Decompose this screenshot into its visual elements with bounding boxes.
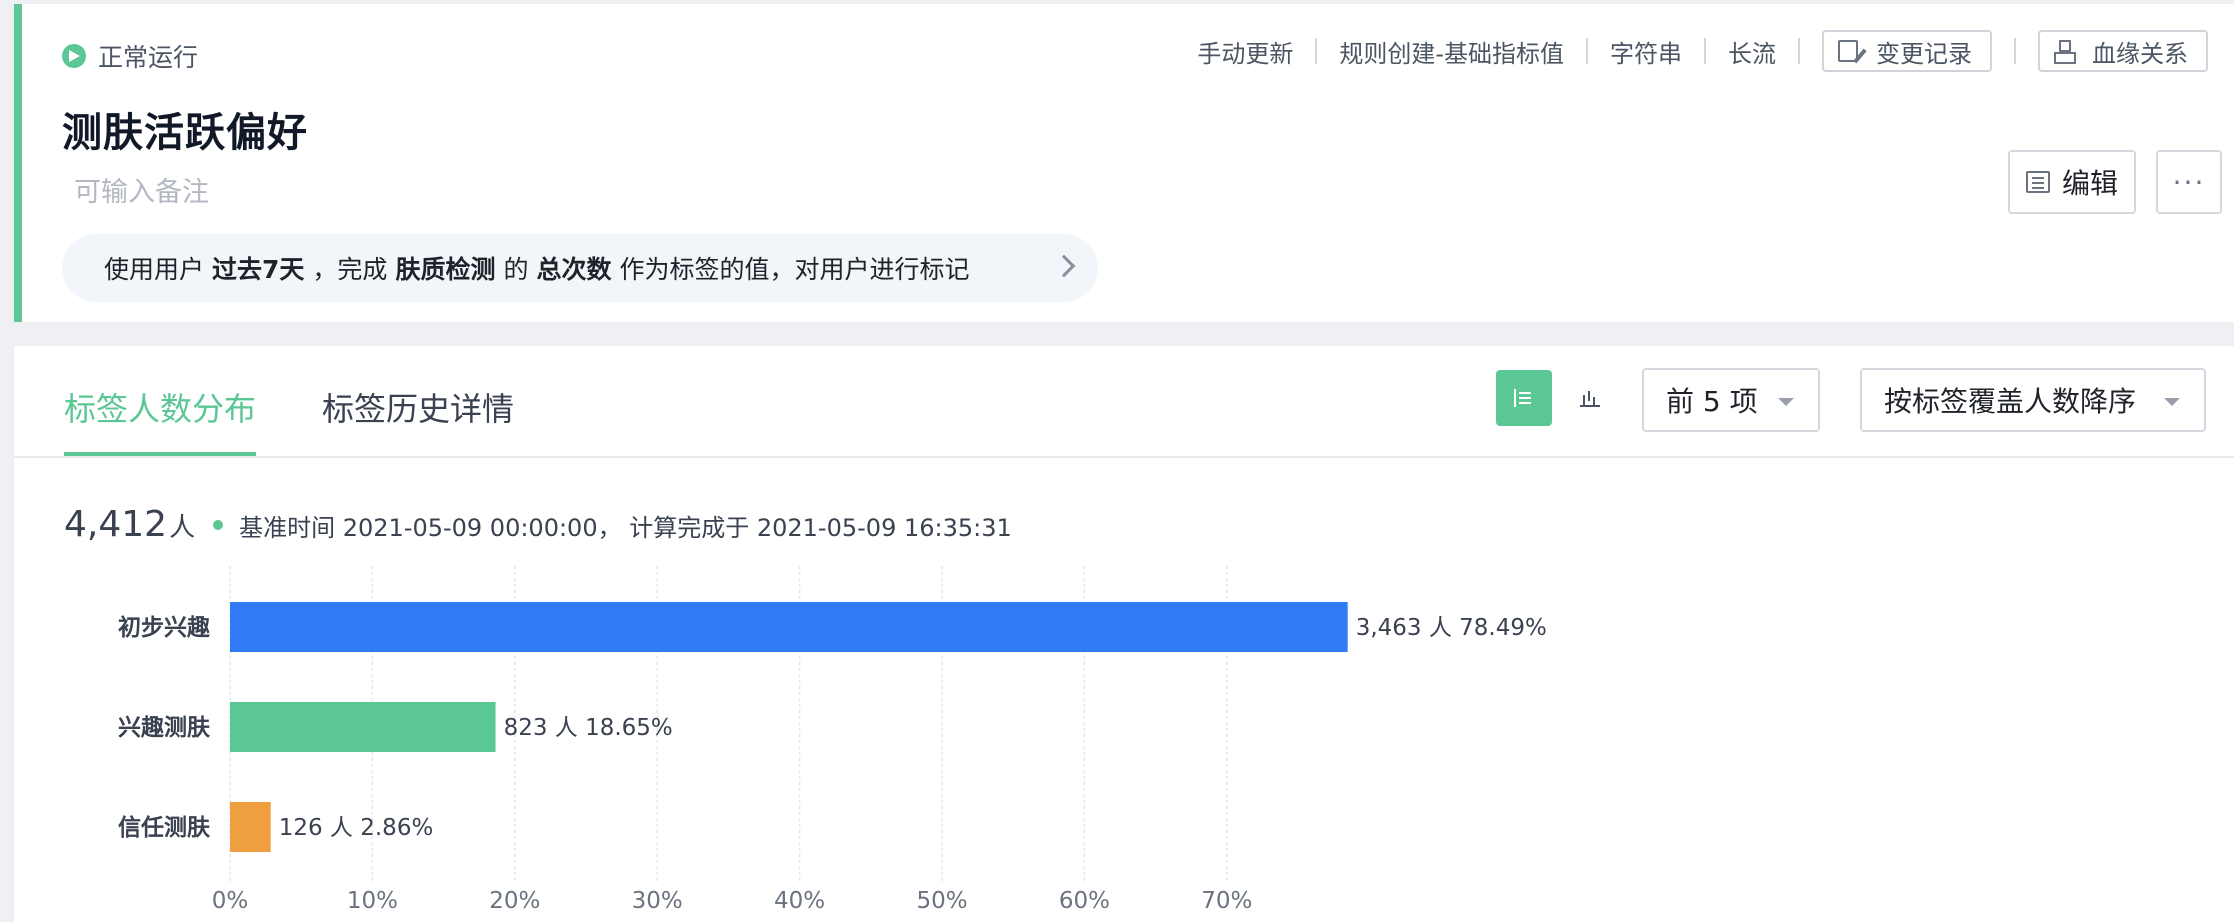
- rule-summary[interactable]: 使用用户 过去7天 ，完成 肤质检测 的 总次数 作为标签的值，对用户进行标记: [62, 234, 1098, 302]
- caret-down-icon: [1778, 398, 1794, 406]
- rule-mid2: 的: [503, 255, 529, 284]
- page-title: 测肤活跃偏好: [62, 110, 308, 156]
- distribution-card: 标签人数分布 标签历史详情 前 5 项 按标签覆盖人数降序 4,412 人 基准…: [14, 346, 2234, 922]
- edit-note-icon: [1838, 40, 1858, 62]
- x-tick-label: 0%: [212, 888, 249, 914]
- tab-divider: [14, 456, 2234, 458]
- status-label: 正常运行: [98, 43, 199, 72]
- distribution-chart: 0% 10% 20% 30% 40% 50% 60% 70% 初步兴趣 3,463 人 78.49…: [118, 566, 1547, 914]
- lineage-label: 血缘关系: [2092, 39, 2188, 68]
- x-tick-label: 60%: [1059, 888, 1110, 914]
- category-label: 兴趣测肤: [118, 715, 211, 741]
- meta-owner: 长流: [1728, 39, 1776, 68]
- rule-metric: 总次数: [536, 255, 612, 284]
- sort-select[interactable]: 按标签覆盖人数降序: [1860, 368, 2206, 432]
- status-dot: [213, 519, 224, 530]
- bar: [230, 602, 1348, 652]
- rule-suffix: 作为标签的值，对用户进行标记: [619, 255, 970, 284]
- horizontal-bar-chart-icon: [1514, 389, 1534, 407]
- change-history-label: 变更记录: [1876, 39, 1972, 68]
- bar: [230, 802, 271, 852]
- status: 正常运行: [62, 38, 198, 74]
- change-history-button[interactable]: 变更记录: [1822, 30, 1992, 72]
- bar-view-button[interactable]: [1496, 370, 1552, 426]
- meta-create-method: 规则创建-基础指标值: [1339, 39, 1564, 68]
- x-tick-label: 20%: [489, 888, 540, 914]
- top-n-value: 前 5 项: [1666, 385, 1758, 418]
- rule-period: 过去7天: [212, 255, 305, 284]
- tab-bar: 标签人数分布 标签历史详情: [64, 346, 580, 456]
- remark-input[interactable]: 可输入备注: [74, 170, 209, 209]
- caret-down-icon: [2164, 398, 2180, 406]
- calc-time-info: 基准时间 2021-05-09 00:00:00， 计算完成于 2021-05-…: [239, 514, 1012, 542]
- column-view-button[interactable]: [1562, 370, 1618, 426]
- tag-info-card: 正常运行 手动更新 规则创建-基础指标值 字符串 长流 变更记录 血缘关系 测肤…: [14, 4, 2234, 322]
- category-label: 信任测肤: [118, 814, 211, 841]
- divider: [2014, 38, 2016, 64]
- rule-mid1: ，完成: [312, 255, 388, 284]
- lineage-icon: [2054, 40, 2076, 64]
- tab-history[interactable]: 标签历史详情: [322, 346, 514, 456]
- summary: 4,412 人 基准时间 2021-05-09 00:00:00， 计算完成于 …: [64, 504, 1012, 545]
- x-tick-label: 10%: [347, 888, 398, 914]
- lineage-button[interactable]: 血缘关系: [2038, 30, 2208, 72]
- data-label: 823 人 18.65%: [504, 715, 673, 741]
- edit-label: 编辑: [2061, 167, 2118, 200]
- category-label: 初步兴趣: [118, 614, 211, 641]
- data-label: 3,463 人 78.49%: [1356, 615, 1547, 641]
- x-tick-label: 30%: [632, 888, 683, 914]
- divider: [1798, 38, 1800, 64]
- x-tick-label: 70%: [1201, 888, 1252, 914]
- meta-update-mode: 手动更新: [1197, 39, 1294, 68]
- more-button[interactable]: ···: [2156, 150, 2222, 214]
- bar: [230, 702, 496, 752]
- chevron-right-icon: [1052, 254, 1076, 278]
- edit-button[interactable]: 编辑: [2008, 150, 2136, 214]
- column-chart-icon: [1580, 389, 1600, 407]
- tab-distribution[interactable]: 标签人数分布: [64, 346, 257, 456]
- user-count: 4,412: [64, 504, 168, 545]
- meta-data-type: 字符串: [1610, 39, 1682, 68]
- list-icon: [2025, 171, 2050, 193]
- meta-bar: 手动更新 规则创建-基础指标值 字符串 长流 变更记录 血缘关系: [1175, 30, 2234, 72]
- rule-event: 肤质检测: [395, 255, 496, 284]
- sort-value: 按标签覆盖人数降序: [1884, 385, 2137, 418]
- x-tick-label: 40%: [774, 888, 825, 914]
- top-n-select[interactable]: 前 5 项: [1642, 368, 1820, 432]
- data-label: 126 人 2.86%: [279, 815, 434, 841]
- running-status-icon: [62, 44, 86, 68]
- rule-prefix: 使用用户: [104, 255, 205, 284]
- x-tick-label: 50%: [916, 888, 967, 914]
- user-count-unit: 人: [169, 513, 196, 543]
